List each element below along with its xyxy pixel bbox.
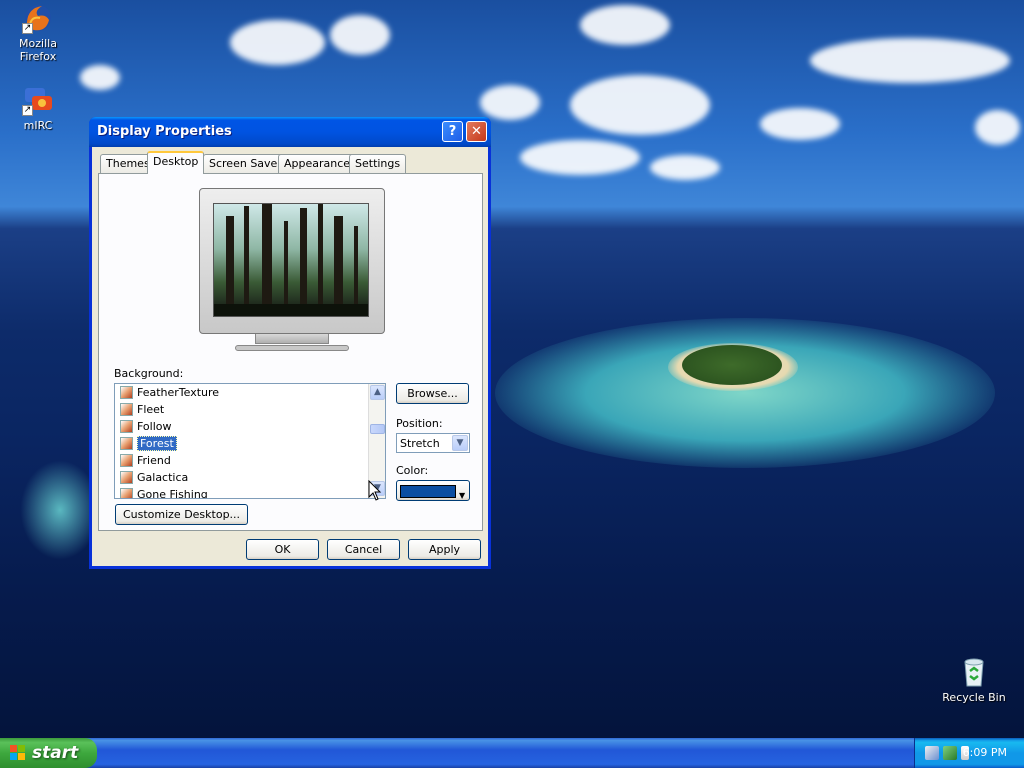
cloud <box>975 110 1020 145</box>
cloud <box>760 108 840 140</box>
display-properties-window: Display Properties ? ✕ Themes Desktop Sc… <box>89 117 491 569</box>
island <box>682 345 782 385</box>
tab-screen-saver[interactable]: Screen Saver <box>203 154 288 173</box>
tab-appearance[interactable]: Appearance <box>278 154 357 173</box>
cloud <box>570 75 710 135</box>
cloud <box>80 65 120 90</box>
image-file-icon <box>120 403 133 416</box>
color-label: Color: <box>396 464 429 477</box>
desktop-icon-mirc[interactable]: ↗ mIRC <box>0 84 76 132</box>
chevron-down-icon: ▼ <box>459 491 466 500</box>
background-list[interactable]: FeatherTexture Fleet Follow Forest Frien… <box>114 383 386 499</box>
cloud <box>330 15 390 55</box>
list-item-label: FeatherTexture <box>137 386 220 399</box>
tab-label: Settings <box>355 157 401 170</box>
monitor-neck <box>255 334 329 344</box>
cloud <box>520 140 640 175</box>
desktop-icon-label: Recycle Bin <box>942 691 1006 704</box>
list-item[interactable]: Gone Fishing <box>115 486 385 499</box>
wallpaper-preview <box>213 203 369 317</box>
cancel-button[interactable]: Cancel <box>327 539 400 560</box>
list-item-label: Fleet <box>137 403 165 416</box>
image-file-icon <box>120 386 133 399</box>
list-item[interactable]: Galactica <box>115 469 385 486</box>
mouse-cursor-icon <box>368 480 382 501</box>
clock[interactable]: 6:09 PM <box>963 746 1007 759</box>
image-file-icon <box>120 488 133 498</box>
reef <box>495 318 995 468</box>
cloud <box>810 38 1010 83</box>
taskbar: start 6:09 PM <box>0 738 1024 768</box>
reef <box>20 460 100 560</box>
list-item-label: Friend <box>137 454 171 467</box>
desktop-icon-recycle-bin[interactable]: Recycle Bin <box>936 656 1012 704</box>
color-swatch <box>400 485 456 498</box>
tab-desktop[interactable]: Desktop <box>147 151 205 174</box>
help-button[interactable]: ? <box>442 121 463 142</box>
position-value: Stretch <box>400 437 440 450</box>
monitor-preview <box>199 188 385 358</box>
desktop-icon-firefox[interactable]: ↗ Mozilla Firefox <box>0 2 76 63</box>
cloud <box>230 20 325 65</box>
window-title: Display Properties <box>97 124 232 139</box>
desktop: ↗ Mozilla Firefox ↗ mIRC Recycle Bin Dis… <box>0 0 1024 738</box>
help-icon: ? <box>448 124 457 139</box>
chevron-down-icon[interactable]: ▼ <box>452 435 468 451</box>
monitor-bezel <box>199 188 385 334</box>
background-label: Background: <box>114 367 184 380</box>
list-item-selected[interactable]: Forest <box>115 435 385 452</box>
image-file-icon <box>120 454 133 467</box>
list-item-label: Forest <box>137 436 177 451</box>
ok-button[interactable]: OK <box>246 539 319 560</box>
position-select[interactable]: Stretch ▼ <box>396 433 470 453</box>
shortcut-arrow-icon: ↗ <box>22 23 33 34</box>
position-label: Position: <box>396 417 443 430</box>
image-file-icon <box>120 437 133 450</box>
list-item[interactable]: Friend <box>115 452 385 469</box>
safely-remove-icon[interactable] <box>943 746 957 760</box>
close-button[interactable]: ✕ <box>466 121 487 142</box>
image-file-icon <box>120 471 133 484</box>
recycle-bin-icon <box>958 656 990 688</box>
scroll-thumb[interactable] <box>370 424 385 434</box>
system-tray: 6:09 PM <box>914 738 1024 768</box>
list-item-label: Follow <box>137 420 172 433</box>
list-item[interactable]: Follow <box>115 418 385 435</box>
cloud <box>650 155 720 180</box>
color-picker-button[interactable]: ▼ <box>396 480 470 501</box>
tab-label: Appearance <box>284 157 351 170</box>
customize-desktop-button[interactable]: Customize Desktop... <box>115 504 248 525</box>
close-icon: ✕ <box>471 124 482 139</box>
tab-label: Desktop <box>153 155 199 168</box>
list-item[interactable]: FeatherTexture <box>115 384 385 401</box>
cloud <box>480 85 540 120</box>
list-item[interactable]: Fleet <box>115 401 385 418</box>
tab-label: Screen Saver <box>209 157 282 170</box>
desktop-icon-label: mIRC <box>23 119 53 132</box>
apply-button[interactable]: Apply <box>408 539 481 560</box>
monitor-base <box>235 345 349 351</box>
browse-button[interactable]: Browse... <box>396 383 469 404</box>
shortcut-arrow-icon: ↗ <box>22 105 33 116</box>
image-file-icon <box>120 420 133 433</box>
mirc-icon: ↗ <box>22 84 54 116</box>
windows-logo-icon <box>10 745 27 761</box>
start-label: start <box>32 743 79 763</box>
start-button[interactable]: start <box>0 738 97 768</box>
title-bar[interactable]: Display Properties ? ✕ <box>89 117 491 147</box>
tab-settings[interactable]: Settings <box>349 154 407 173</box>
window-client: Themes Desktop Screen Saver Appearance S… <box>92 147 488 566</box>
cloud <box>580 5 670 45</box>
list-item-label: Gone Fishing <box>137 488 208 499</box>
network-icon[interactable] <box>925 746 939 760</box>
scroll-up-icon[interactable]: ▲ <box>370 385 385 400</box>
list-item-label: Galactica <box>137 471 189 484</box>
firefox-icon: ↗ <box>22 2 54 34</box>
desktop-icon-label: Mozilla Firefox <box>19 37 57 63</box>
desktop-tab-panel: Background: FeatherTexture Fleet Follow … <box>98 173 483 531</box>
tab-label: Themes <box>106 157 150 170</box>
